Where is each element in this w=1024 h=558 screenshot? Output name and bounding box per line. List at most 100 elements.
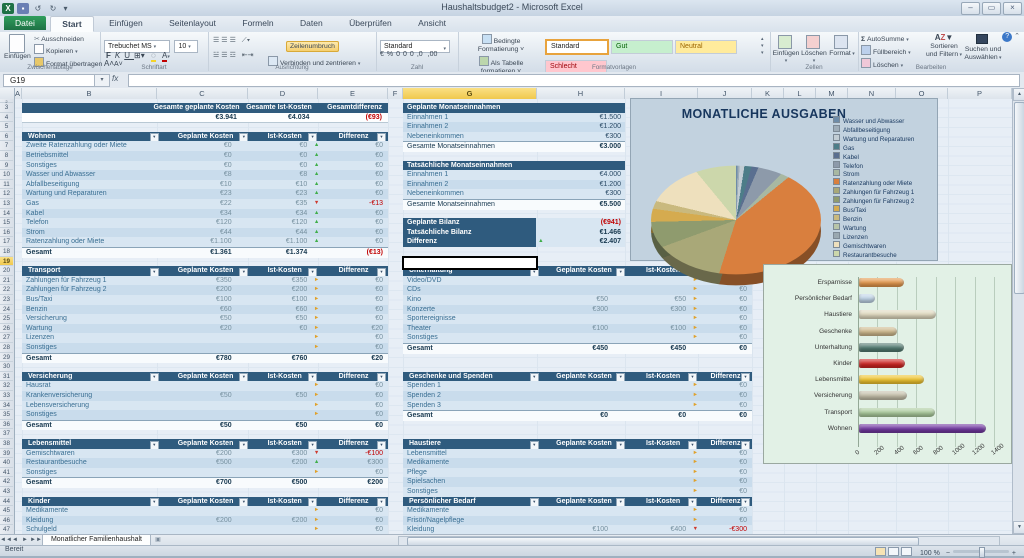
decrease-decimal-icon[interactable]: ,00: [428, 51, 438, 58]
filter-button[interactable]: ▼: [377, 440, 387, 449]
orientation-icon[interactable]: ⟋▾: [242, 37, 250, 44]
bold-button[interactable]: F: [106, 51, 115, 60]
percent-format-icon[interactable]: %: [387, 51, 396, 58]
tab-ueberpruefen[interactable]: Überprüfen: [338, 16, 403, 30]
filter-button[interactable]: ▼: [529, 498, 539, 507]
formula-input[interactable]: [128, 74, 1020, 87]
filter-button[interactable]: ▼: [149, 267, 159, 276]
save-icon[interactable]: ▪: [17, 2, 29, 14]
italic-button[interactable]: K: [115, 51, 124, 60]
style-standard[interactable]: Standard: [545, 39, 609, 55]
column-header-A[interactable]: A: [14, 88, 22, 99]
filter-button[interactable]: ▼: [616, 440, 626, 449]
scroll-up-icon[interactable]: ▲: [1013, 88, 1024, 101]
filter-button[interactable]: ▼: [149, 373, 159, 382]
filter-button[interactable]: ▼: [149, 498, 159, 507]
filter-button[interactable]: ▼: [687, 498, 697, 507]
filter-button[interactable]: ▼: [308, 373, 318, 382]
vertical-scroll-thumb[interactable]: [1014, 102, 1024, 294]
column-header-E[interactable]: E: [318, 88, 388, 99]
filter-button[interactable]: ▼: [308, 133, 318, 142]
filter-button[interactable]: ▼: [308, 267, 318, 276]
border-icon[interactable]: ⊞▾: [134, 51, 145, 60]
increase-decimal-icon[interactable]: ,0: [417, 51, 423, 58]
filter-button[interactable]: ▼: [616, 267, 626, 276]
autosum-button[interactable]: Σ AutoSumme ▾: [861, 35, 911, 45]
vertical-scrollbar[interactable]: ▲ ▼: [1012, 88, 1024, 534]
filter-button[interactable]: ▼: [239, 373, 249, 382]
indent-increase-icon[interactable]: ⇥: [248, 52, 254, 59]
filter-button[interactable]: ▼: [377, 267, 387, 276]
conditional-formatting-button[interactable]: Bedingte Formatierung ˅: [461, 34, 541, 54]
insert-cells-button[interactable]: Einfügen ▾: [772, 35, 800, 64]
filter-button[interactable]: ▼: [149, 440, 159, 449]
copy-button[interactable]: Kopieren ▾: [34, 44, 102, 57]
underline-button[interactable]: U: [124, 51, 134, 60]
column-header-H[interactable]: H: [537, 88, 625, 99]
filter-button[interactable]: ▼: [529, 373, 539, 382]
align-bottom-icon[interactable]: ☰: [230, 37, 238, 44]
tab-datei[interactable]: Datei: [4, 16, 46, 30]
tab-seitenlayout[interactable]: Seitenlayout: [158, 16, 227, 30]
qat-dropdown-icon[interactable]: ▾: [62, 3, 69, 14]
filter-button[interactable]: ▼: [687, 373, 697, 382]
filter-button[interactable]: ▼: [529, 440, 539, 449]
filter-button[interactable]: ▼: [616, 373, 626, 382]
maximize-button[interactable]: ▭: [982, 2, 1001, 15]
filter-button[interactable]: ▼: [741, 440, 751, 449]
minimize-button[interactable]: –: [961, 2, 980, 15]
filter-button[interactable]: ▼: [687, 440, 697, 449]
column-header-F[interactable]: F: [388, 88, 403, 99]
format-cells-button[interactable]: Format ▾: [828, 35, 856, 57]
tab-ansicht[interactable]: Ansicht: [407, 16, 457, 30]
help-icon[interactable]: ?: [1002, 32, 1013, 42]
filter-button[interactable]: ▼: [308, 498, 318, 507]
tab-einfuegen[interactable]: Einfügen: [98, 16, 154, 30]
wrap-text-button[interactable]: Zeilenumbruch: [286, 41, 339, 52]
filter-button[interactable]: ▼: [239, 498, 249, 507]
column-header-C[interactable]: C: [157, 88, 248, 99]
filter-button[interactable]: ▼: [377, 133, 387, 142]
align-middle-icon[interactable]: ☰: [221, 37, 229, 44]
delete-cells-button[interactable]: Löschen ▾: [800, 35, 828, 64]
accounting-format-icon[interactable]: €: [380, 51, 387, 58]
column-header-P[interactable]: P: [948, 88, 1012, 99]
tab-formeln[interactable]: Formeln: [231, 16, 284, 30]
filter-button[interactable]: ▼: [616, 498, 626, 507]
fill-color-icon[interactable]: ◌: [150, 51, 156, 62]
filter-button[interactable]: ▼: [308, 440, 318, 449]
align-right-icon[interactable]: ☲: [230, 52, 238, 59]
column-header-B[interactable]: B: [22, 88, 157, 99]
styles-gallery-scroll[interactable]: ▴ ▾ ▾: [761, 36, 764, 57]
filter-button[interactable]: ▼: [239, 133, 249, 142]
font-size-select[interactable]: 10 ▾: [174, 40, 199, 53]
zoom-slider-knob[interactable]: [978, 547, 985, 558]
tab-start[interactable]: Start: [50, 16, 94, 32]
scroll-down-icon[interactable]: ▼: [1013, 521, 1024, 534]
fill-button[interactable]: Füllbereich ▾: [861, 45, 911, 58]
cut-button[interactable]: ✂ Ausschneiden: [34, 35, 102, 44]
zoom-slider[interactable]: [952, 547, 1009, 558]
column-header-D[interactable]: D: [248, 88, 318, 99]
bar-chart[interactable]: 0 200 400 600 800 1000 1200 1400 Ersparnisse Pers…: [763, 264, 1012, 464]
name-box-dropdown[interactable]: ▾: [94, 74, 110, 87]
close-button[interactable]: ×: [1003, 2, 1022, 15]
zoom-out-icon[interactable]: −: [946, 550, 950, 557]
find-select-button[interactable]: Suchen und Auswählen ▾: [964, 34, 1002, 62]
redo-icon[interactable]: ↻: [47, 3, 59, 14]
tab-daten[interactable]: Daten: [289, 16, 334, 30]
undo-icon[interactable]: ↺: [32, 3, 44, 14]
paste-button[interactable]: Einfügen: [4, 34, 31, 60]
align-center-icon[interactable]: ☰: [221, 52, 229, 59]
name-box[interactable]: G19: [3, 74, 99, 87]
column-header-G[interactable]: G: [403, 88, 537, 99]
selected-cell-G19[interactable]: [402, 255, 538, 270]
style-gut[interactable]: Gut: [611, 40, 673, 54]
zoom-level[interactable]: 100 %: [920, 550, 940, 557]
filter-button[interactable]: ▼: [239, 440, 249, 449]
filter-button[interactable]: ▼: [149, 133, 159, 142]
filter-button[interactable]: ▼: [741, 498, 751, 507]
filter-button[interactable]: ▼: [741, 373, 751, 382]
style-neutral[interactable]: Neutral: [675, 40, 737, 54]
filter-button[interactable]: ▼: [377, 373, 387, 382]
